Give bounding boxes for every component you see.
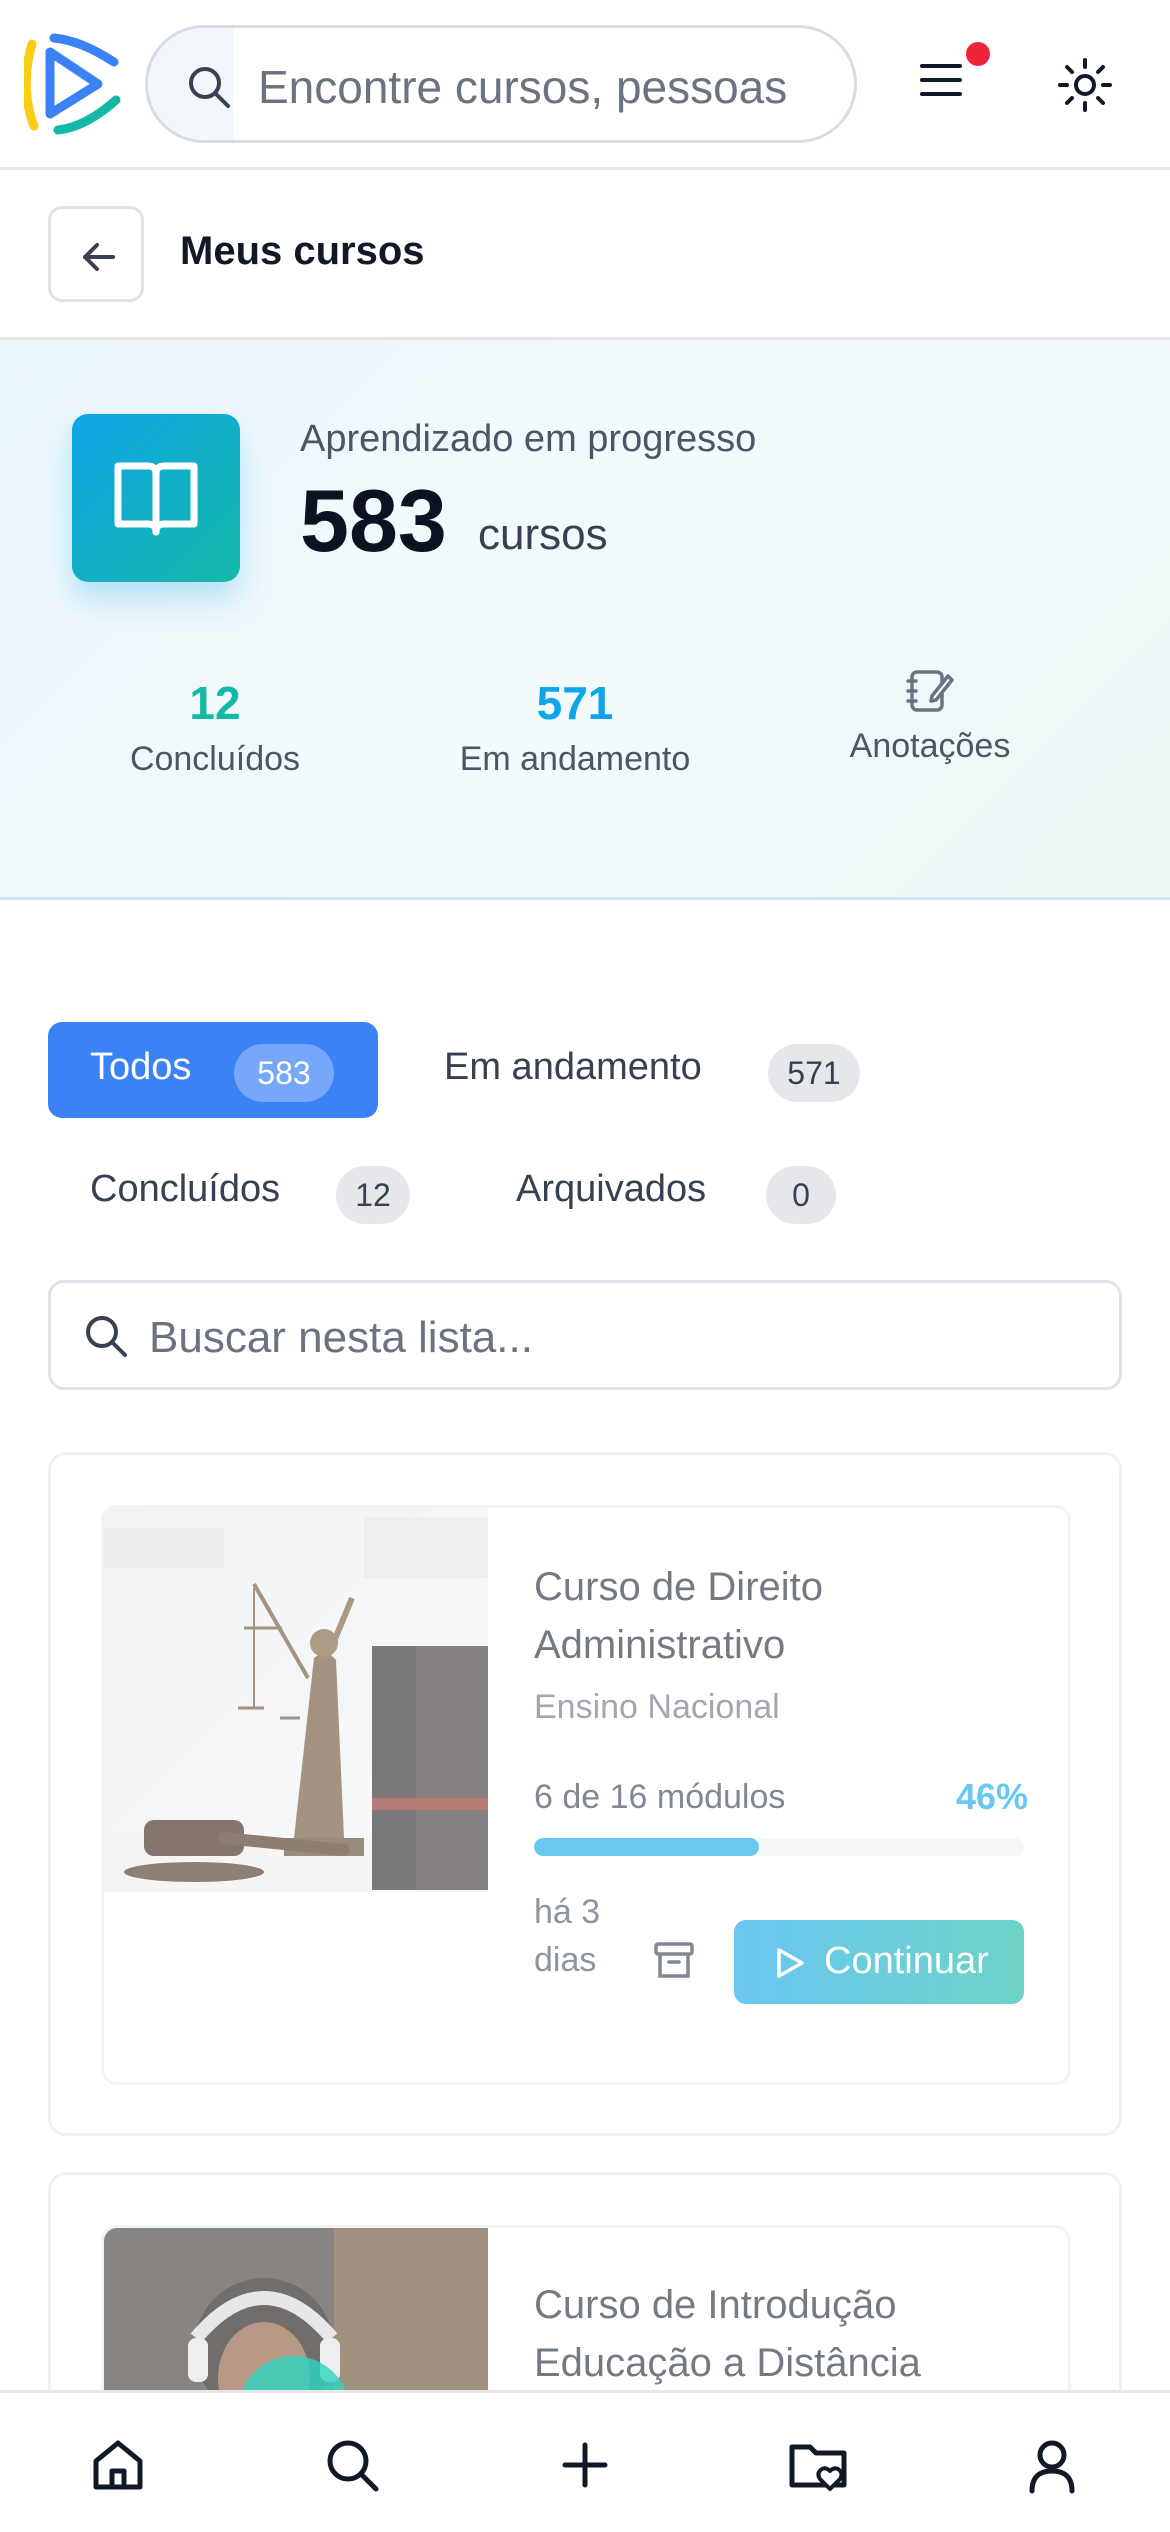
learning-summary: Aprendizado em progresso 583 cursos 12 C… [0, 340, 1170, 900]
course-progress-bar [534, 1838, 1024, 1856]
home-icon [93, 2440, 143, 2490]
plus-icon [562, 2442, 608, 2488]
notes-icon [906, 670, 954, 712]
stat-in-progress-label: Em andamento [459, 740, 691, 778]
list-search-placeholder: Buscar nesta lista... [149, 1313, 533, 1362]
nav-search[interactable] [312, 2425, 392, 2505]
course-updated: há 3 dias [534, 1893, 601, 1979]
bottom-navigation [0, 2390, 1170, 2532]
continue-button[interactable]: Continuar [734, 1920, 1024, 2004]
theme-sun-icon[interactable] [1056, 56, 1114, 114]
tab-completed-label: Concluídos [90, 1168, 281, 1210]
nav-profile[interactable] [1012, 2425, 1092, 2505]
search-icon [86, 1316, 127, 1357]
course-progress-fill [534, 1838, 760, 1856]
stat-in-progress[interactable]: 571 Em andamento [430, 676, 720, 779]
stat-in-progress-value: 571 [536, 677, 614, 729]
course-card: Curso de Direito Administrativo Ensino N… [48, 1452, 1122, 2136]
stat-notes[interactable]: Anotações [820, 666, 1040, 766]
tab-completed-count: 12 [336, 1166, 410, 1224]
tab-all-label: Todos [90, 1046, 192, 1088]
tab-all[interactable]: Todos 583 [48, 1022, 378, 1118]
nav-favorites[interactable] [778, 2425, 858, 2505]
summary-unit: cursos [478, 510, 608, 559]
favorites-folder-icon [789, 2444, 847, 2491]
summary-count: 583 [300, 471, 447, 570]
tab-completed[interactable]: Concluídos 12 [66, 1144, 426, 1240]
stat-notes-label: Anotações [849, 727, 1011, 765]
search-icon [327, 2440, 379, 2492]
book-open-icon [114, 462, 198, 536]
archive-icon[interactable] [652, 1938, 696, 1982]
tab-in-progress[interactable]: Em andamento 571 [420, 1022, 880, 1118]
list-search-input[interactable]: Buscar nesta lista... [48, 1280, 1122, 1390]
course-title[interactable]: Curso de Introdução Educação a Distância [534, 2276, 1054, 2392]
tab-all-count: 583 [234, 1044, 334, 1102]
stat-completed-value: 12 [189, 677, 241, 729]
nav-create[interactable] [545, 2425, 625, 2505]
course-thumbnail [104, 1508, 488, 1892]
notification-dot [966, 42, 990, 66]
global-search[interactable]: Encontre cursos, pessoas [145, 25, 857, 143]
tab-archived[interactable]: Arquivados 0 [492, 1144, 872, 1240]
course-progress-percent: 46% [955, 1776, 1028, 1817]
page-title: Meus cursos [180, 229, 425, 273]
book-badge [72, 414, 240, 582]
stat-completed[interactable]: 12 Concluídos [100, 676, 330, 779]
tab-in-progress-label: Em andamento [444, 1046, 702, 1088]
back-button[interactable] [48, 206, 144, 302]
search-input[interactable]: Encontre cursos, pessoas [258, 60, 838, 114]
nav-home[interactable] [78, 2425, 158, 2505]
tab-archived-label: Arquivados [516, 1168, 707, 1210]
profile-icon [1029, 2440, 1075, 2494]
course-card-body[interactable]: Curso de Direito Administrativo Ensino N… [101, 1505, 1071, 2085]
tab-in-progress-count: 571 [768, 1044, 860, 1102]
course-modules: 6 de 16 módulos [534, 1778, 786, 1816]
course-provider: Ensino Nacional [534, 1688, 780, 1726]
summary-label: Aprendizado em progresso [300, 418, 757, 460]
logo[interactable] [24, 30, 124, 138]
page-header: Meus cursos [0, 173, 1170, 340]
top-bar: Encontre cursos, pessoas [0, 0, 1170, 170]
continue-button-label: Continuar [824, 1940, 989, 1982]
course-title[interactable]: Curso de Direito Administrativo [534, 1558, 1054, 1674]
arrow-left-icon [83, 243, 115, 271]
menu-icon[interactable] [912, 50, 972, 110]
search-icon [189, 67, 230, 108]
play-icon [777, 1948, 804, 1978]
tab-archived-count: 0 [766, 1166, 836, 1224]
stat-completed-label: Concluídos [129, 740, 301, 778]
